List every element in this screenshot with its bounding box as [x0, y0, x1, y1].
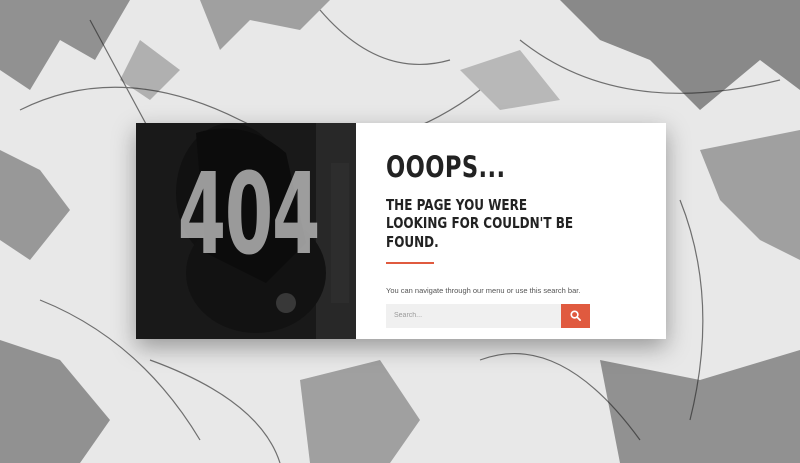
accent-divider — [386, 261, 434, 264]
navigation-hint: You can navigate through our menu or use… — [386, 285, 581, 295]
error-card: 404 OOOPS... THE PAGE YOU WERE LOOKING F… — [136, 123, 666, 339]
search-button[interactable] — [561, 303, 590, 328]
search-icon — [570, 310, 581, 322]
error-content: OOOPS... THE PAGE YOU WERE LOOKING FOR C… — [356, 123, 666, 339]
search-input[interactable] — [386, 303, 561, 328]
search-bar — [386, 303, 590, 328]
error-message: THE PAGE YOU WERE LOOKING FOR COULDN'T B… — [386, 196, 574, 251]
hero-photo: 404 — [136, 123, 356, 339]
error-headline: OOOPS... — [386, 150, 506, 184]
error-code: 404 — [177, 150, 320, 280]
